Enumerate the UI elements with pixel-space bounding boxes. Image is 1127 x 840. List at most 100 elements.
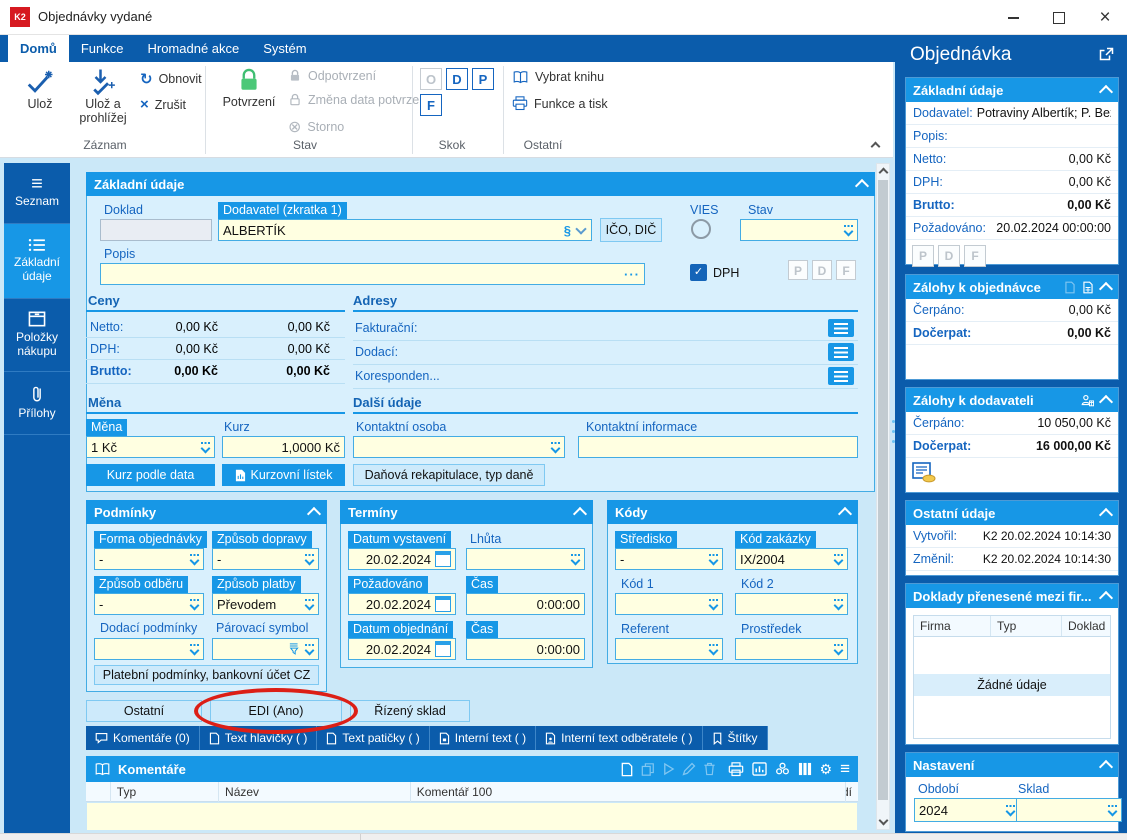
kod1-field[interactable]	[615, 593, 723, 615]
change-confirm-date-button[interactable]: Změna data potvrzení	[288, 93, 430, 107]
collapse-icon[interactable]	[1099, 591, 1113, 605]
collapse-icon[interactable]	[1099, 282, 1113, 296]
play-icon[interactable]	[662, 762, 675, 776]
rizeny-sklad-button[interactable]: Řízený sklad	[350, 700, 470, 722]
dropdown-icon[interactable]	[201, 442, 210, 452]
tab-interni-text-odberatele[interactable]: Interní text odběratele ( )	[536, 726, 702, 750]
datum-vystaveni-field[interactable]: 20.02.2024	[348, 548, 456, 570]
col-firma[interactable]: Firma	[914, 616, 991, 636]
scrollbar-thumb[interactable]	[878, 180, 888, 800]
dropdown-icon[interactable]	[190, 554, 199, 564]
col-nazev[interactable]: Název	[219, 782, 411, 802]
kurzovni-listek-button[interactable]: Kurzovní lístek	[222, 464, 345, 486]
kurz-field[interactable]: 1,0000 Kč	[222, 436, 345, 458]
tab-system[interactable]: Systém	[251, 35, 318, 62]
cas1-field[interactable]: 0:00:00	[466, 593, 585, 615]
jump-d-small-button[interactable]: D	[938, 245, 960, 267]
main-scrollbar[interactable]	[876, 163, 890, 830]
sidebar-item-polozky-nakupu[interactable]: Položky nákupu	[4, 299, 70, 372]
document-table-icon[interactable]	[1082, 281, 1094, 294]
confirm-button[interactable]: Potvrzení	[218, 67, 280, 109]
cancel-button[interactable]: × Zrušit	[140, 96, 186, 113]
kod2-field[interactable]	[735, 593, 848, 615]
col-typ[interactable]: Typ	[991, 616, 1062, 636]
settings-gear-icon[interactable]: ⚙	[820, 761, 833, 778]
panel-terminy-header[interactable]: Termíny	[340, 500, 593, 524]
col-komentar[interactable]: Komentář 100	[411, 782, 846, 802]
referent-field[interactable]	[615, 638, 723, 660]
dropdown-icon[interactable]	[834, 554, 843, 564]
kod-zakazky-field[interactable]: IX/2004	[735, 548, 848, 570]
calendar-icon[interactable]	[435, 551, 451, 567]
print-icon[interactable]	[728, 762, 744, 777]
save-button[interactable]: Ulož	[14, 67, 66, 111]
collapse-icon[interactable]	[573, 507, 587, 521]
storno-button[interactable]: ⊗ Storno	[288, 117, 344, 137]
korespondencni-menu-button[interactable]	[828, 367, 854, 385]
zpusob-odberu-field[interactable]: -	[94, 593, 204, 615]
close-button[interactable]: ×	[1088, 0, 1122, 35]
dodavatel-field[interactable]: ALBERTÍK §	[218, 219, 592, 241]
card-header[interactable]: Doklady přenesené mezi fir...	[906, 584, 1118, 608]
unconfirm-button[interactable]: Odpotvrzení	[288, 69, 376, 83]
dodaci-menu-button[interactable]	[828, 343, 854, 361]
dropdown-icon[interactable]	[305, 599, 314, 609]
jump-d-small-button[interactable]: D	[812, 260, 832, 280]
popis-field[interactable]: ···	[100, 263, 645, 285]
datum-objednani-field[interactable]: 20.02.2024	[348, 638, 456, 660]
col-poradi[interactable]: Pořadí	[846, 782, 858, 802]
ribbon-collapse-icon[interactable]	[871, 142, 881, 152]
dropdown-icon[interactable]	[709, 644, 718, 654]
zpusob-platby-field[interactable]: Převodem	[212, 593, 319, 615]
dropdown-icon[interactable]	[834, 644, 843, 654]
jump-o-button[interactable]: O	[420, 68, 442, 90]
calendar-icon[interactable]	[435, 641, 451, 657]
jump-f-small-button[interactable]: F	[836, 260, 856, 280]
copy-icon[interactable]	[641, 762, 655, 777]
dropdown-icon[interactable]	[551, 442, 560, 452]
tab-text-paticky[interactable]: Text patičky ( )	[317, 726, 429, 750]
ostatni-button[interactable]: Ostatní	[86, 700, 202, 722]
collapse-icon[interactable]	[855, 179, 869, 193]
select-book-button[interactable]: Vybrat knihu	[512, 70, 604, 84]
obdobi-field[interactable]: 2024	[914, 798, 1020, 822]
maximize-button[interactable]	[1042, 0, 1076, 35]
panel-kody-header[interactable]: Kódy	[607, 500, 858, 524]
ico-dic-button[interactable]: IČO, DIČ	[600, 218, 662, 242]
collapse-icon[interactable]	[838, 507, 852, 521]
collapse-icon[interactable]	[1099, 85, 1113, 99]
grid-menu-icon[interactable]: ≡	[840, 759, 850, 779]
jump-d-button[interactable]: D	[446, 68, 468, 90]
dropdown-icon[interactable]	[844, 225, 853, 235]
scroll-down-icon[interactable]	[877, 815, 889, 829]
person-table-icon[interactable]	[1081, 394, 1094, 407]
edit-icon[interactable]	[682, 762, 696, 776]
stredisko-field[interactable]: -	[615, 548, 723, 570]
tab-komentare[interactable]: Komentáře (0)	[86, 726, 200, 750]
tab-domu[interactable]: Domů	[8, 35, 69, 62]
delete-icon[interactable]	[703, 762, 716, 776]
dph-checkbox-row[interactable]: ✓ DPH	[690, 264, 739, 281]
tab-funkce[interactable]: Funkce	[69, 35, 136, 62]
dropdown-icon[interactable]	[1006, 805, 1015, 815]
jump-f-small-button[interactable]: F	[964, 245, 986, 267]
jump-p-small-button[interactable]: P	[788, 260, 808, 280]
jump-f-button[interactable]: F	[420, 94, 442, 116]
chevron-down-icon[interactable]	[575, 223, 586, 234]
clover-icon[interactable]	[775, 762, 790, 776]
dropdown-icon[interactable]	[1108, 805, 1117, 815]
mena-field[interactable]: 1 Kč	[86, 436, 215, 458]
card-header[interactable]: Nastavení	[906, 753, 1118, 777]
filter-icon[interactable]	[289, 643, 301, 655]
collapse-icon[interactable]	[1099, 508, 1113, 522]
card-header[interactable]: Základní údaje	[906, 78, 1118, 102]
komentare-empty-rows[interactable]	[87, 803, 857, 830]
scroll-up-icon[interactable]	[877, 164, 889, 178]
collapse-icon[interactable]	[307, 507, 321, 521]
tab-hromadne-akce[interactable]: Hromadné akce	[135, 35, 251, 62]
prostredek-field[interactable]	[735, 638, 848, 660]
sidebar-item-zakladni-udaje[interactable]: Základní údaje	[4, 224, 70, 299]
forma-objednavky-field[interactable]: -	[94, 548, 204, 570]
cas2-field[interactable]: 0:00:00	[466, 638, 585, 660]
jump-p-small-button[interactable]: P	[912, 245, 934, 267]
